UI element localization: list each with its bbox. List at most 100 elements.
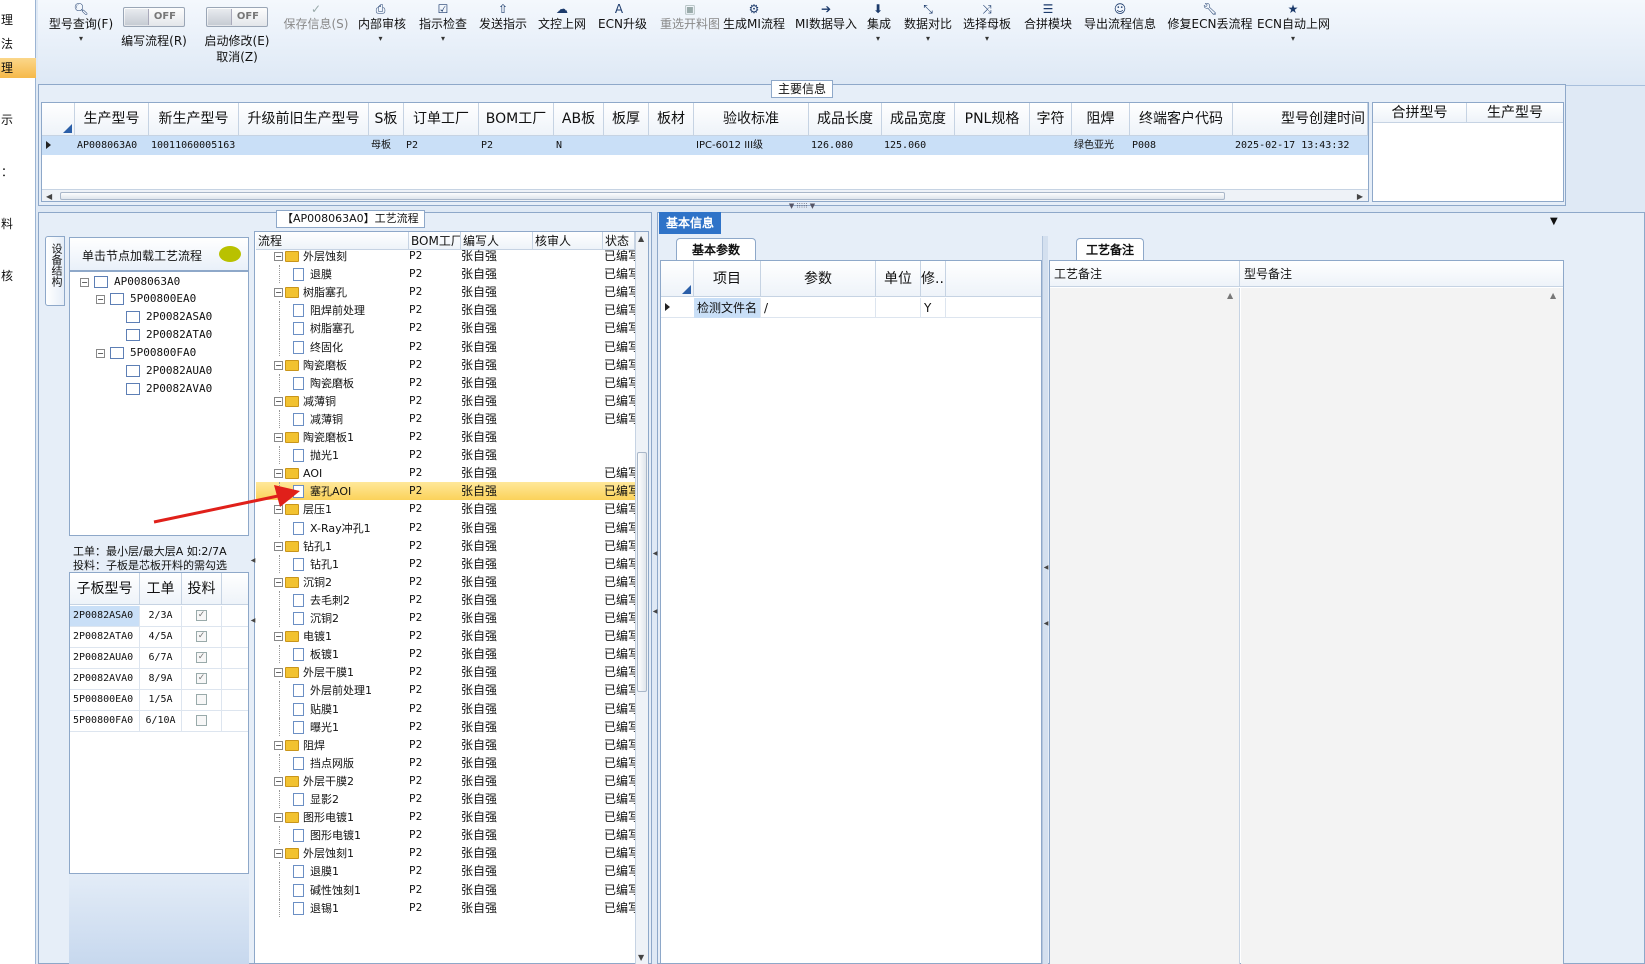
- chevron-down-icon[interactable]: ▾: [46, 32, 116, 46]
- column-header[interactable]: 成品宽度: [882, 103, 955, 136]
- process-row[interactable]: 减薄铜 P2 张自强 已编写: [256, 409, 637, 428]
- column-header[interactable]: AB板: [554, 103, 604, 136]
- column-header[interactable]: 参数: [761, 261, 876, 297]
- column-header[interactable]: BOM工厂: [479, 103, 554, 136]
- process-vscrollbar[interactable]: ▲ ▼: [635, 232, 648, 964]
- toggle-switch[interactable]: OFF: [206, 7, 268, 27]
- column-header[interactable]: 修...: [921, 261, 946, 297]
- column-header[interactable]: PNL规格: [955, 103, 1030, 136]
- process-row[interactable]: 抛光1 P2 张自强: [256, 446, 637, 465]
- feed-checkbox[interactable]: [196, 715, 207, 726]
- nav-item[interactable]: 理: [0, 58, 36, 78]
- process-row[interactable]: 钻孔1 P2 张自强 已编写: [256, 554, 637, 573]
- process-row[interactable]: 贴膜1 P2 张自强 已编写: [256, 699, 637, 718]
- tree-collapse-toggle[interactable]: −: [274, 776, 283, 786]
- process-row[interactable]: 退膜1 P2 张自强 已编写: [256, 862, 637, 881]
- process-row[interactable]: 显影2 P2 张自强 已编写: [256, 790, 637, 808]
- chevron-down-icon[interactable]: ▾: [963, 32, 1011, 46]
- process-row[interactable]: X-Ray冲孔1 P2 张自强 已编写: [256, 518, 637, 537]
- process-row[interactable]: 去毛刺2 P2 张自强 已编写: [256, 590, 637, 609]
- process-row[interactable]: − 外层蚀刻1 P2 张自强 已编写: [256, 844, 637, 862]
- process-row[interactable]: 退锡1 P2 张自强 已编写: [256, 898, 637, 917]
- tree-collapse-toggle[interactable]: −: [274, 813, 283, 823]
- param-cell[interactable]: [876, 298, 921, 318]
- toolbar-button[interactable]: ⤡ 数据对比 ▾: [904, 2, 952, 46]
- feed-checkbox[interactable]: ✓: [196, 652, 207, 663]
- process-row[interactable]: − 树脂塞孔 P2 张自强 已编写: [256, 283, 637, 301]
- splitter-grip[interactable]: ▼ ⁝⁝⁝⁝⁝ ▼: [772, 203, 832, 210]
- toolbar-button[interactable]: ☺ 导出流程信息: [1084, 2, 1156, 32]
- process-row[interactable]: 图形电镀1 P2 张自强 已编写: [256, 826, 637, 845]
- tree-collapse-toggle[interactable]: −: [80, 278, 89, 287]
- process-row[interactable]: 碱性蚀刻1 P2 张自强 已编写: [256, 880, 637, 899]
- tree-collapse-toggle[interactable]: −: [274, 577, 283, 587]
- column-header[interactable]: 终端客户代码: [1130, 103, 1233, 136]
- process-row[interactable]: − 电镀1 P2 张自强 已编写: [256, 627, 637, 645]
- column-header[interactable]: 升级前旧生产型号: [239, 103, 369, 136]
- toggle-label-cancel[interactable]: 取消(Z): [200, 48, 274, 65]
- column-header[interactable]: 板厚: [604, 103, 649, 136]
- process-row[interactable]: − 陶瓷磨板 P2 张自强 已编写: [256, 356, 637, 374]
- process-row[interactable]: 沉铜2 P2 张自强 已编写: [256, 609, 637, 627]
- process-row[interactable]: 板镀1 P2 张自强 已编写: [256, 645, 637, 664]
- toolbar-button[interactable]: 🔍︎ 型号查询(F) ▾: [46, 2, 116, 46]
- tree-collapse-toggle[interactable]: −: [274, 849, 283, 859]
- toolbar-button[interactable]: ⬇ 集成 ▾: [867, 2, 891, 46]
- basic-params-tab[interactable]: 基本参数: [676, 238, 756, 260]
- toolbar-button[interactable]: ★ ECN自动上网 ▾: [1257, 2, 1330, 46]
- scroll-up-icon[interactable]: ▲: [1227, 291, 1233, 300]
- column-header[interactable]: 生产型号: [75, 103, 149, 136]
- tree-collapse-toggle[interactable]: −: [274, 632, 283, 642]
- table-row[interactable]: 2P0082AUA0 6/7A ✓: [70, 648, 248, 669]
- tree-node[interactable]: 2P0082ATA0: [146, 327, 212, 343]
- column-header[interactable]: 板材: [649, 103, 694, 136]
- splitter-button[interactable]: ◀: [1043, 562, 1049, 576]
- process-row[interactable]: − 钻孔1 P2 张自强 已编写: [256, 537, 637, 555]
- remarks-tab[interactable]: 工艺备注: [1076, 238, 1144, 260]
- process-row[interactable]: − 陶瓷磨板1 P2 张自强: [256, 428, 637, 446]
- tree-collapse-toggle[interactable]: −: [274, 288, 283, 298]
- column-header[interactable]: 项目: [694, 261, 761, 297]
- panel-menu-caret[interactable]: ▼: [1550, 216, 1558, 227]
- process-row[interactable]: − 外层干膜1 P2 张自强 已编写: [256, 663, 637, 681]
- column-header[interactable]: S板: [369, 103, 404, 136]
- tree-collapse-toggle[interactable]: −: [274, 360, 283, 370]
- toolbar-button[interactable]: ☰ 合拼模块: [1024, 2, 1072, 32]
- table-row[interactable]: 2P0082AVA0 8/9A ✓: [70, 669, 248, 690]
- tree-collapse-toggle[interactable]: −: [274, 668, 283, 678]
- column-header[interactable]: 工单: [140, 573, 182, 605]
- feed-checkbox[interactable]: ✓: [196, 673, 207, 684]
- process-row[interactable]: 树脂塞孔 P2 张自强 已编写: [256, 319, 637, 338]
- table-row[interactable]: 5P00800EA0 1/5A: [70, 690, 248, 711]
- toolbar-button[interactable]: ⤨ 选择母板 ▾: [963, 2, 1011, 46]
- chevron-down-icon[interactable]: ▾: [867, 32, 889, 46]
- tree-node[interactable]: 5P00800EA0: [130, 291, 196, 307]
- nav-item[interactable]: 示: [0, 110, 36, 130]
- column-header[interactable]: 阻焊: [1072, 103, 1130, 136]
- tree-node[interactable]: 2P0082AVA0: [146, 381, 212, 397]
- nav-item[interactable]: 料: [0, 214, 36, 234]
- process-row[interactable]: 退膜 P2 张自强 已编写: [256, 265, 637, 284]
- tree-collapse-toggle[interactable]: −: [274, 541, 283, 551]
- tree-collapse-toggle[interactable]: −: [274, 469, 283, 479]
- table-row[interactable]: 2P0082ATA0 4/5A ✓: [70, 627, 248, 648]
- chevron-down-icon[interactable]: ▾: [904, 32, 952, 46]
- tree-collapse-toggle[interactable]: −: [96, 295, 105, 304]
- toolbar-button[interactable]: ☁ 文控上网: [537, 2, 587, 32]
- splitter-button[interactable]: ◀: [652, 606, 658, 620]
- vertical-splitter[interactable]: [1042, 236, 1048, 964]
- process-row[interactable]: 挡点网版 P2 张自强 已编写: [256, 753, 637, 772]
- process-row[interactable]: − 图形电镀1 P2 张自强 已编写: [256, 808, 637, 826]
- feed-checkbox[interactable]: ✓: [196, 610, 207, 621]
- side-tab[interactable]: 设备结构: [45, 236, 65, 306]
- process-row[interactable]: − 阻焊 P2 张自强 已编写: [256, 736, 637, 754]
- process-row[interactable]: − 外层干膜2 P2 张自强 已编写: [256, 772, 637, 790]
- toolbar-button[interactable]: ⚙ 生成MI流程: [723, 2, 785, 32]
- nav-item[interactable]: 核: [0, 266, 36, 286]
- toolbar-button[interactable]: ⇧ 发送指示: [478, 2, 528, 32]
- process-row[interactable]: 阻焊前处理 P2 张自强 已编写: [256, 301, 637, 320]
- column-header[interactable]: 验收标准: [694, 103, 809, 136]
- splitter-button[interactable]: ◀: [1043, 618, 1049, 632]
- splitter-button[interactable]: ◀: [250, 555, 256, 569]
- toolbar-button[interactable]: ⎙ 内部审核 ▾: [358, 2, 406, 46]
